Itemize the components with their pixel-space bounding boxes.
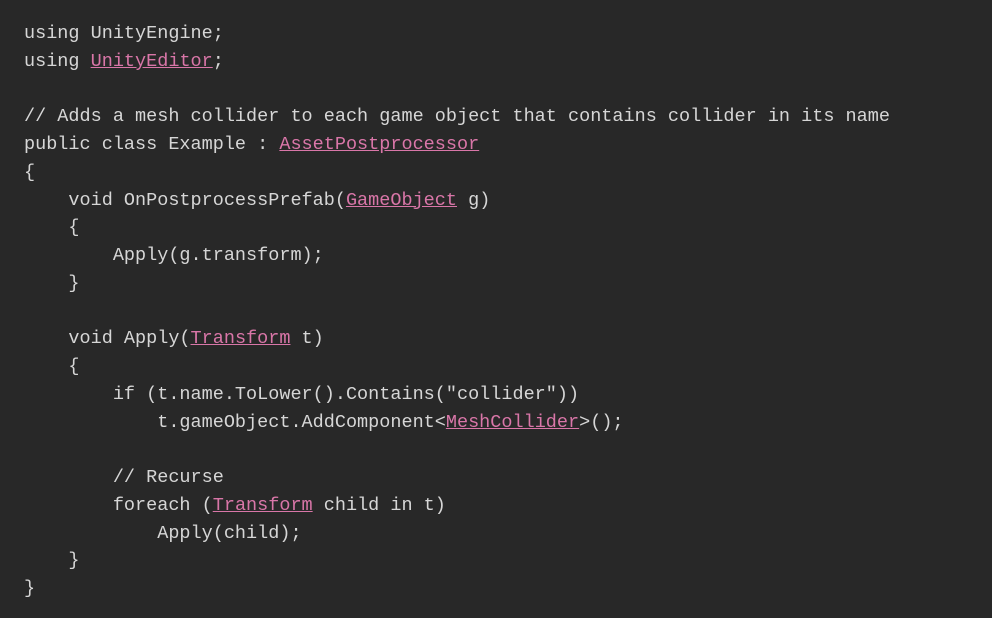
code-token: } xyxy=(24,550,80,571)
code-line: if (t.name.ToLower().Contains("collider"… xyxy=(24,381,968,409)
code-token: { xyxy=(24,162,35,183)
code-line: Apply(g.transform); xyxy=(24,242,968,270)
code-token: using xyxy=(24,23,91,44)
code-token: Apply(g.transform); xyxy=(24,245,324,266)
code-token: // Recurse xyxy=(24,467,224,488)
type-link[interactable]: AssetPostprocessor xyxy=(279,134,479,155)
code-token: if (t.name.ToLower().Contains("collider"… xyxy=(24,384,579,405)
code-token: ; xyxy=(213,51,224,72)
code-line: void OnPostprocessPrefab(GameObject g) xyxy=(24,187,968,215)
type-link[interactable]: Transform xyxy=(213,495,313,516)
code-line xyxy=(24,76,968,104)
type-link[interactable]: MeshCollider xyxy=(446,412,579,433)
code-line: public class Example : AssetPostprocesso… xyxy=(24,131,968,159)
code-line: } xyxy=(24,270,968,298)
code-line: { xyxy=(24,353,968,381)
code-token: { xyxy=(24,217,80,238)
code-token: child in t) xyxy=(313,495,446,516)
code-line: // Adds a mesh collider to each game obj… xyxy=(24,103,968,131)
code-line: } xyxy=(24,575,968,603)
code-line: Apply(child); xyxy=(24,520,968,548)
code-line: { xyxy=(24,159,968,187)
code-token: using xyxy=(24,51,91,72)
code-line: foreach (Transform child in t) xyxy=(24,492,968,520)
code-token: UnityEngine xyxy=(91,23,213,44)
code-token: Apply(child); xyxy=(24,523,302,544)
code-line xyxy=(24,298,968,326)
code-token: t) xyxy=(290,328,323,349)
code-token: public class Example : xyxy=(24,134,279,155)
code-line: using UnityEngine; xyxy=(24,20,968,48)
code-token: foreach ( xyxy=(24,495,213,516)
code-line xyxy=(24,436,968,464)
code-block: using UnityEngine;using UnityEditor; // … xyxy=(24,20,968,603)
code-line: // Recurse xyxy=(24,464,968,492)
code-token: { xyxy=(24,356,80,377)
code-token: } xyxy=(24,273,80,294)
code-token: >(); xyxy=(579,412,623,433)
code-token: // Adds a mesh collider to each game obj… xyxy=(24,106,890,127)
code-line: using UnityEditor; xyxy=(24,48,968,76)
code-token: t.gameObject.AddComponent< xyxy=(24,412,446,433)
code-line: t.gameObject.AddComponent<MeshCollider>(… xyxy=(24,409,968,437)
code-token: g) xyxy=(457,190,490,211)
code-token: ; xyxy=(213,23,224,44)
code-line: void Apply(Transform t) xyxy=(24,325,968,353)
code-token: } xyxy=(24,578,35,599)
type-link[interactable]: Transform xyxy=(191,328,291,349)
type-link[interactable]: GameObject xyxy=(346,190,457,211)
code-line: { xyxy=(24,214,968,242)
code-line: } xyxy=(24,547,968,575)
code-token: void Apply( xyxy=(24,328,191,349)
type-link[interactable]: UnityEditor xyxy=(91,51,213,72)
code-token: void OnPostprocessPrefab( xyxy=(24,190,346,211)
